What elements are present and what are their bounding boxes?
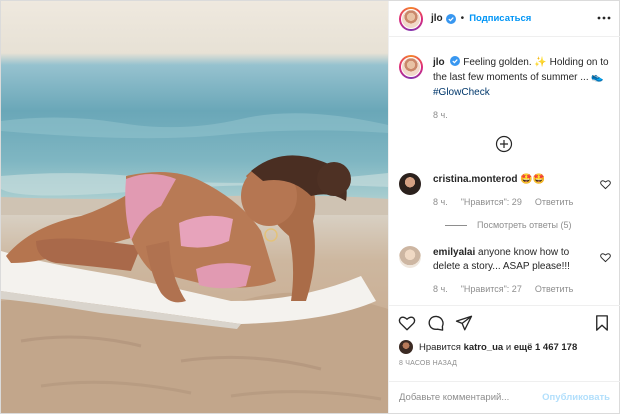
comment-likes[interactable]: "Нравится": 29 [461, 195, 522, 209]
post-photo[interactable] [1, 1, 388, 413]
heart-icon[interactable] [600, 252, 611, 263]
instagram-post: jlo • Подписаться jlo Feeling golden. ✨ … [0, 0, 620, 414]
comment-likes[interactable]: "Нравится": 27 [461, 282, 522, 296]
caption-avatar[interactable] [399, 55, 423, 79]
replies-divider [445, 224, 467, 226]
comment-body: cristina.monterod 🤩🤩 8 ч. "Нравится": 29… [433, 173, 593, 209]
more-options-icon[interactable] [597, 11, 611, 25]
comment-username[interactable]: emilyalai [433, 247, 475, 258]
likes-summary: Нравится katro_ua и ещё 1 467 178 [399, 340, 577, 354]
comment-time[interactable]: 8 ч. [433, 282, 448, 296]
view-replies-label[interactable]: Посмотреть ответы (5) [477, 220, 572, 230]
comment-input[interactable] [399, 392, 539, 403]
author-avatar[interactable] [399, 6, 423, 31]
heart-icon[interactable] [600, 179, 611, 190]
share-icon[interactable] [455, 314, 473, 332]
caption-body: jlo Feeling golden. ✨ Holding on to the … [433, 55, 611, 123]
comment-time[interactable]: 8 ч. [433, 195, 448, 209]
verified-badge-icon [450, 56, 461, 66]
add-circle-icon[interactable] [495, 135, 513, 153]
caption-time[interactable]: 8 ч. [433, 108, 611, 123]
comment-reply-button[interactable]: Ответить [535, 282, 573, 296]
comment-text: 🤩🤩 [520, 174, 546, 185]
caption-text: Feeling golden. ✨ Holding on to the last… [433, 57, 609, 83]
header-separator: • [460, 13, 465, 24]
comment-username[interactable]: cristina.monterod [433, 174, 517, 185]
comment-meta: 8 ч. "Нравится": 27 Ответить [433, 282, 593, 296]
post-header: jlo • Подписаться [389, 1, 620, 37]
beach-photo-illustration [1, 113, 388, 413]
post-side-panel: jlo • Подписаться jlo Feeling golden. ✨ … [388, 1, 620, 413]
caption-hashtag[interactable]: #GlowCheck [433, 87, 490, 98]
add-comment-bar: Опубликовать [389, 381, 620, 413]
caption-username[interactable]: jlo [433, 57, 445, 68]
post-caption: jlo Feeling golden. ✨ Holding on to the … [399, 55, 611, 123]
bookmark-icon[interactable] [593, 314, 611, 332]
comment-body: emilyalai anyone know how to delete a st… [433, 246, 593, 296]
likes-prefix: Нравится [419, 341, 461, 353]
comment-item: cristina.monterod 🤩🤩 8 ч. "Нравится": 29… [399, 173, 611, 209]
likes-count[interactable]: ещё 1 467 178 [514, 342, 578, 353]
comment-meta: 8 ч. "Нравится": 29 Ответить [433, 195, 593, 209]
verified-badge-icon [445, 13, 456, 24]
commenter-avatar[interactable] [399, 246, 421, 268]
author-username[interactable]: jlo [431, 13, 443, 24]
commenter-avatar[interactable] [399, 173, 421, 195]
post-timestamp[interactable]: 8 ЧАСОВ НАЗАД [399, 360, 457, 367]
publish-button[interactable]: Опубликовать [542, 392, 610, 403]
comment-reply-button[interactable]: Ответить [535, 195, 573, 209]
comment-icon[interactable] [427, 314, 445, 332]
likes-middle: и [505, 341, 512, 353]
liker-avatar[interactable] [399, 340, 413, 354]
liker-username[interactable]: katro_ua [464, 342, 504, 353]
comment-item: emilyalai anyone know how to delete a st… [399, 246, 611, 296]
follow-button[interactable]: Подписаться [469, 13, 531, 24]
view-replies-button[interactable]: Посмотреть ответы (5) [445, 220, 572, 230]
heart-icon[interactable] [398, 314, 416, 332]
